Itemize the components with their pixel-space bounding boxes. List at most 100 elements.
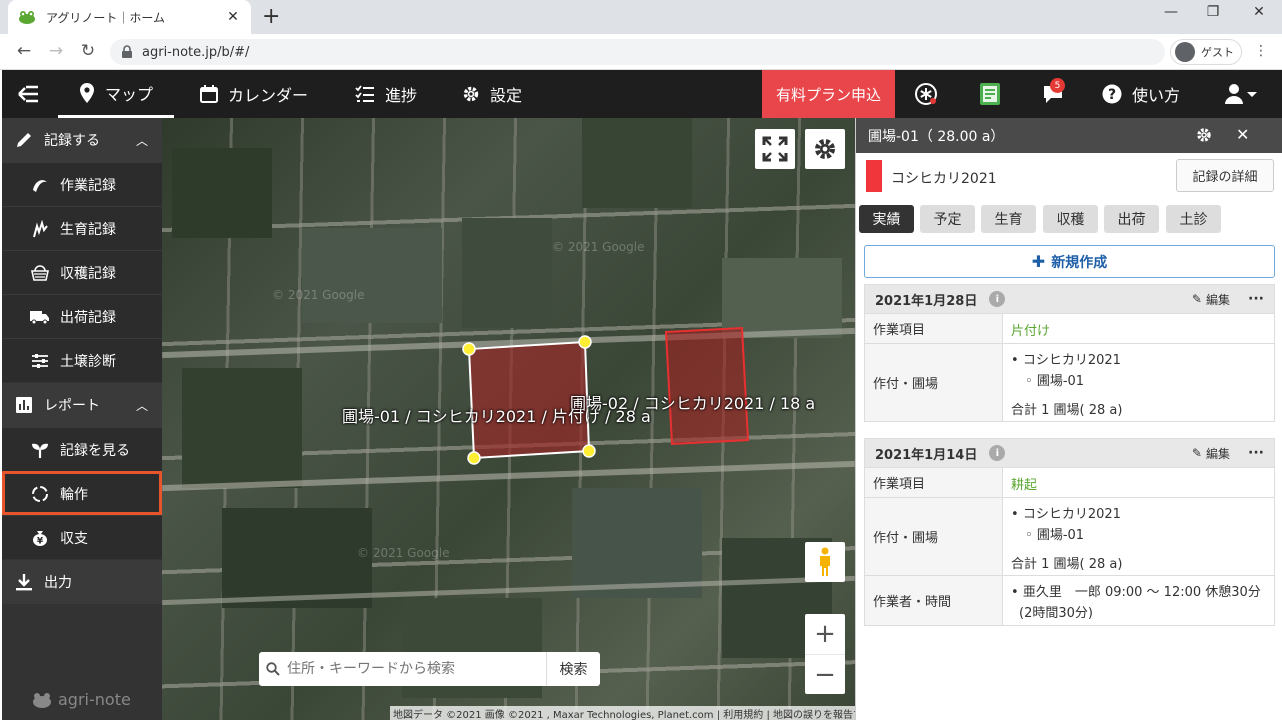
- paid-plan-button[interactable]: 有料プラン申込: [762, 70, 895, 118]
- panel-title: 圃場-01（ 28.00 a）: [868, 128, 1005, 145]
- sidebar-item-work-record[interactable]: 作業記録: [2, 162, 162, 206]
- reload-icon[interactable]: ↻: [76, 41, 100, 61]
- tab-harvest[interactable]: 収穫: [1043, 205, 1098, 233]
- tab-calendar[interactable]: カレンダー: [200, 70, 308, 118]
- address-bar: ← → ↻ agri-note.jp/b/#/ ゲスト ⋮: [0, 34, 1282, 70]
- back-icon[interactable]: ←: [12, 41, 36, 61]
- sidebar-item-label: 出荷記録: [60, 309, 116, 326]
- tab-plan[interactable]: 予定: [920, 205, 975, 233]
- record-field-value: • コシヒカリ2021 ◦ 圃場-01 合計 1 圃場( 28 a): [1002, 344, 1274, 421]
- zoom-out-button[interactable]: −: [805, 654, 845, 694]
- sidebar-item-view-records[interactable]: 記録を見る: [2, 427, 162, 471]
- tab-map[interactable]: マップ: [58, 70, 174, 118]
- help-button[interactable]: ? 使い方: [1102, 70, 1180, 118]
- fullscreen-button[interactable]: [755, 129, 795, 169]
- record-total: 合計 1 圃場( 28 a): [1011, 557, 1123, 572]
- record-detail-button[interactable]: 記録の詳細: [1176, 159, 1274, 192]
- browser-tab[interactable]: アグリノート｜ホーム ✕: [8, 0, 251, 34]
- panel-settings-icon[interactable]: [1196, 127, 1212, 147]
- map-search-input[interactable]: [287, 661, 546, 677]
- record-field-value: • コシヒカリ2021 ◦ 圃場-01 合計 1 圃場( 28 a): [1002, 498, 1274, 575]
- plus-icon: ✚: [1031, 252, 1046, 271]
- sidebar-item-crop-rotation[interactable]: 輪作: [2, 471, 162, 515]
- edit-label: 編集: [1205, 292, 1230, 307]
- vertex-handle[interactable]: [462, 342, 476, 356]
- panel-close-icon[interactable]: ✕: [1236, 125, 1249, 144]
- edit-button[interactable]: ✎ 編集: [1192, 445, 1230, 462]
- url-field[interactable]: agri-note.jp/b/#/: [110, 39, 1165, 65]
- window-close-icon[interactable]: ✕: [1244, 4, 1274, 20]
- sidebar-item-shipping-record[interactable]: 出荷記録: [2, 294, 162, 338]
- download-icon: [14, 573, 34, 591]
- sidebar-item-income-expense[interactable]: ¥ 収支: [2, 515, 162, 559]
- notification-badge: 5: [1050, 78, 1065, 93]
- tab-shipping[interactable]: 出荷: [1104, 205, 1159, 233]
- asterisk-circle-icon[interactable]: [913, 82, 939, 106]
- more-icon[interactable]: ···: [1248, 291, 1264, 307]
- record-date: 2021年1月28日: [875, 293, 978, 309]
- sidebar-toggle-icon[interactable]: [16, 70, 40, 118]
- guest-profile-button[interactable]: ゲスト: [1170, 39, 1242, 65]
- vertex-handle[interactable]: [578, 335, 592, 349]
- pegman-icon: [820, 547, 830, 576]
- sidebar-item-soil-diagnosis[interactable]: 土壌診断: [2, 338, 162, 382]
- calendar-icon: [200, 85, 218, 103]
- sidebar-section-report-label: レポート: [44, 398, 100, 414]
- new-tab-icon[interactable]: +: [262, 5, 280, 29]
- edit-button[interactable]: ✎ 編集: [1192, 291, 1230, 308]
- pencil-icon: [14, 131, 34, 149]
- street-view-button[interactable]: [805, 542, 845, 582]
- tab-calendar-label: カレンダー: [228, 86, 309, 105]
- tab-title: アグリノート｜ホーム: [46, 10, 166, 25]
- list-item: • 亜久里 一郎 09:00 ～ 12:00 休憩30分: [1011, 585, 1261, 600]
- minimize-icon[interactable]: —: [1156, 4, 1186, 20]
- sidebar-section-output-label: 出力: [44, 575, 72, 591]
- info-icon[interactable]: i: [989, 291, 1006, 307]
- svg-text:¥: ¥: [37, 536, 44, 546]
- sidebar-item-harvest-record[interactable]: 収穫記録: [2, 250, 162, 294]
- record-row: 作付・圃場 • コシヒカリ2021 ◦ 圃場-01 合計 1 圃場( 28 a): [865, 497, 1274, 575]
- tab-soil[interactable]: 土診: [1166, 205, 1221, 233]
- forward-icon[interactable]: →: [44, 41, 68, 61]
- browser-tabbar: アグリノート｜ホーム ✕ + — ❐ ✕: [0, 0, 1282, 34]
- edit-icon: ✎: [1191, 292, 1202, 306]
- tab-actual[interactable]: 実績: [859, 205, 914, 233]
- vertex-handle[interactable]: [467, 451, 481, 465]
- question-circle-icon: ?: [1102, 84, 1122, 104]
- map-settings-button[interactable]: [805, 129, 845, 169]
- sidebar-item-growth-record[interactable]: 生育記録: [2, 206, 162, 250]
- map-search-button[interactable]: 検索: [546, 652, 600, 686]
- record-duration: (2時間30分): [1019, 606, 1093, 621]
- diary-book-icon[interactable]: [977, 82, 1003, 106]
- crop-color-swatch: [866, 160, 882, 192]
- more-icon[interactable]: ···: [1248, 445, 1264, 461]
- zoom-in-button[interactable]: +: [805, 614, 845, 654]
- map-view[interactable]: © 2021 Google © 2021 Google © 2021 Googl…: [162, 118, 855, 720]
- guest-label: ゲスト: [1201, 46, 1234, 59]
- edit-label: 編集: [1205, 446, 1230, 461]
- sidebar-item-label: 輪作: [60, 486, 88, 503]
- map-search-box: 検索: [259, 652, 600, 686]
- tab-map-label: マップ: [104, 84, 153, 104]
- vertex-handle[interactable]: [582, 444, 596, 458]
- sidebar-section-report[interactable]: レポート ︿: [2, 383, 162, 427]
- tab-settings[interactable]: 設定: [462, 70, 522, 118]
- record-work-value: 耕起: [1002, 468, 1274, 497]
- list-item: • コシヒカリ2021: [1011, 353, 1121, 368]
- tab-growth[interactable]: 生育: [981, 205, 1036, 233]
- record-row: 作業項目 耕起: [865, 467, 1274, 497]
- info-icon[interactable]: i: [989, 445, 1006, 461]
- user-menu-icon[interactable]: [1224, 82, 1258, 106]
- panel-header: 圃場-01（ 28.00 a） ✕: [856, 118, 1282, 153]
- new-record-button[interactable]: ✚ 新規作成: [864, 245, 1275, 278]
- record-key: 作付・圃場: [865, 344, 1002, 421]
- search-icon: [259, 662, 287, 676]
- restore-icon[interactable]: ❐: [1198, 4, 1228, 20]
- tab-progress[interactable]: 進捗: [355, 70, 417, 118]
- record-field: 圃場-01: [1036, 528, 1085, 543]
- sidebar-section-record[interactable]: 記録する ︿: [2, 118, 162, 162]
- field-02-polygon[interactable]: [664, 326, 750, 446]
- sidebar-section-output[interactable]: 出力: [2, 560, 162, 604]
- browser-menu-icon[interactable]: ⋮: [1254, 43, 1268, 59]
- tab-close-icon[interactable]: ✕: [225, 9, 241, 25]
